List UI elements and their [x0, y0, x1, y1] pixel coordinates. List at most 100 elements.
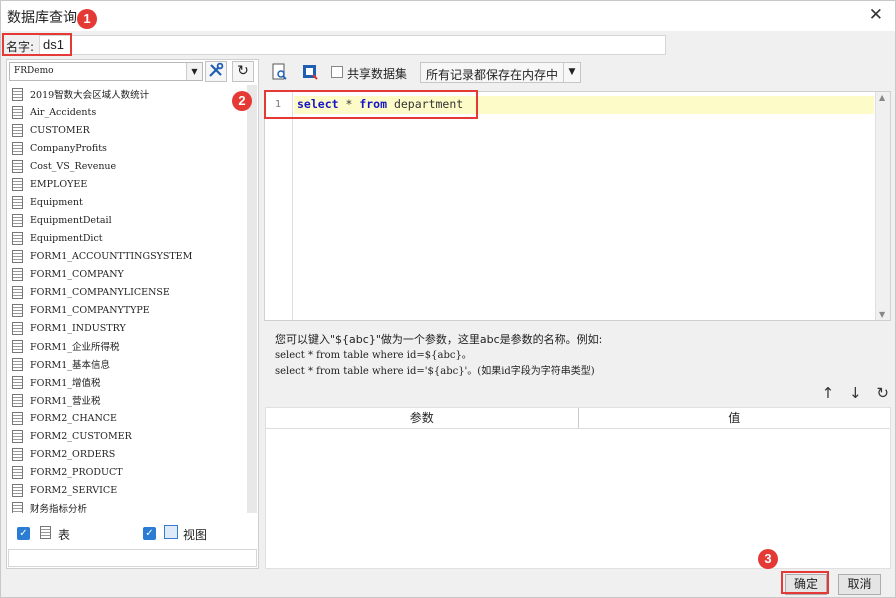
- table-icon: [12, 105, 23, 119]
- table-name: FORM1_增值税: [30, 378, 101, 389]
- table-list-item[interactable]: FORM1_基本信息: [8, 355, 248, 373]
- table-list-item[interactable]: FORM1_INDUSTRY: [8, 319, 248, 337]
- table-list-item[interactable]: FORM2_PRODUCT: [8, 463, 248, 481]
- preview-button[interactable]: [271, 63, 289, 81]
- table-icon: [40, 526, 51, 539]
- query-dialog: 数据库查询 ✕ 名字: ds1 FRDemo ▼ ↻ 2019智数大会区域人数统…: [0, 0, 896, 598]
- parameters-table[interactable]: 参数 值: [265, 407, 891, 569]
- table-list-item[interactable]: FORM1_企业所得税: [8, 337, 248, 355]
- view-icon: [164, 525, 178, 539]
- sql-editor-icon: [303, 65, 318, 80]
- table-list-item[interactable]: FORM1_COMPANY: [8, 265, 248, 283]
- table-name: FORM2_CUSTOMER: [30, 430, 132, 442]
- scroll-up-icon[interactable]: ▲: [879, 93, 885, 102]
- table-icon: [12, 177, 23, 191]
- sql-code[interactable]: select * from department: [297, 97, 463, 111]
- table-name: FORM1_COMPANYLICENSE: [30, 286, 170, 298]
- wrench-screwdriver-icon: [209, 62, 224, 77]
- table-list-item[interactable]: 财务指标分析: [8, 499, 248, 513]
- editor-scrollbar[interactable]: ▲ ▼: [875, 92, 890, 320]
- table-name: CompanyProfits: [30, 142, 107, 154]
- table-name: FORM2_PRODUCT: [30, 466, 123, 478]
- move-down-icon[interactable]: ↓: [849, 384, 862, 402]
- table-name: FORM2_SERVICE: [30, 484, 118, 496]
- table-list-item[interactable]: 2019智数大会区域人数统计: [8, 85, 248, 103]
- storage-mode-value: 所有记录都保存在内存中: [426, 68, 559, 82]
- table-icon: [12, 123, 23, 137]
- sql-keyword-select: select: [297, 97, 339, 111]
- storage-mode-select[interactable]: 所有记录都保存在内存中 ▼: [420, 62, 581, 83]
- table-list-item[interactable]: EquipmentDict: [8, 229, 248, 247]
- table-list-item[interactable]: FORM1_营业税: [8, 391, 248, 409]
- table-icon: [12, 195, 23, 209]
- ok-button[interactable]: 确定: [785, 574, 827, 595]
- table-list-item[interactable]: CUSTOMER: [8, 121, 248, 139]
- table-list-item[interactable]: Air_Accidents: [8, 103, 248, 121]
- table-list-item[interactable]: EquipmentDetail: [8, 211, 248, 229]
- table-name: 财务指标分析: [30, 504, 88, 513]
- move-up-icon[interactable]: ↑: [822, 384, 835, 402]
- table-icon: [12, 339, 23, 353]
- table-list-item[interactable]: CompanyProfits: [8, 139, 248, 157]
- table-list-scrollbar[interactable]: [247, 85, 257, 513]
- sql-star: *: [338, 97, 360, 111]
- query-panel: 共享数据集 所有记录都保存在内存中 ▼ 1 select * from depa…: [263, 59, 893, 569]
- show-views-label: 视图: [183, 528, 208, 542]
- show-tables-checkbox[interactable]: ✓: [17, 527, 30, 540]
- connection-select[interactable]: FRDemo ▼: [9, 62, 203, 81]
- table-name: FORM1_企业所得税: [30, 342, 120, 353]
- parameters-header: 参数 值: [266, 408, 890, 429]
- chevron-down-icon[interactable]: ▼: [563, 63, 580, 82]
- table-icon: [12, 393, 23, 407]
- table-list-item[interactable]: FORM2_SERVICE: [8, 481, 248, 499]
- table-name: 2019智数大会区域人数统计: [30, 90, 150, 101]
- query-toolbar: 共享数据集 所有记录都保存在内存中 ▼: [263, 59, 893, 86]
- hint-line-1: 您可以键入"${abc}"做为一个参数，这里abc是参数的名称。例如:: [275, 333, 603, 346]
- dialog-title: 数据库查询: [7, 10, 77, 26]
- sql-editor[interactable]: 1 select * from department ▲ ▼: [264, 91, 891, 321]
- table-name: FORM1_基本信息: [30, 360, 111, 371]
- table-icon: [12, 87, 23, 101]
- table-list-item[interactable]: Equipment: [8, 193, 248, 211]
- table-name: Air_Accidents: [30, 106, 97, 118]
- edit-sql-button[interactable]: [301, 63, 319, 81]
- table-icon: [12, 267, 23, 281]
- table-name: EquipmentDetail: [30, 214, 112, 226]
- scroll-down-icon[interactable]: ▼: [879, 310, 885, 319]
- refresh-tables-button[interactable]: ↻: [232, 61, 254, 82]
- table-list-item[interactable]: Cost_VS_Revenue: [8, 157, 248, 175]
- table-icon: [12, 429, 23, 443]
- table-icon: [12, 285, 23, 299]
- table-search-input[interactable]: [8, 549, 257, 567]
- name-input[interactable]: ds1: [39, 35, 666, 55]
- table-icon: [12, 447, 23, 461]
- hint-line-2: select * from table where id=${abc}。: [275, 350, 472, 361]
- connection-value: FRDemo: [14, 66, 54, 76]
- table-list-item[interactable]: FORM1_COMPANYLICENSE: [8, 283, 248, 301]
- table-icon: [12, 411, 23, 425]
- table-list-item[interactable]: FORM2_CUSTOMER: [8, 427, 248, 445]
- table-list-item[interactable]: FORM1_COMPANYTYPE: [8, 301, 248, 319]
- chevron-down-icon[interactable]: ▼: [186, 63, 202, 80]
- table-name: Cost_VS_Revenue: [30, 160, 117, 172]
- table-browser-panel: FRDemo ▼ ↻ 2019智数大会区域人数统计 Air_Accidents CU…: [6, 59, 259, 569]
- show-views-checkbox[interactable]: ✓: [143, 527, 156, 540]
- close-icon[interactable]: ✕: [869, 5, 883, 25]
- table-list-item[interactable]: FORM1_ACCOUNTTINGSYSTEM: [8, 247, 248, 265]
- table-list[interactable]: 2019智数大会区域人数统计 Air_Accidents CUSTOMER Compa…: [8, 85, 248, 513]
- cancel-button[interactable]: 取消: [838, 574, 881, 595]
- table-icon: [12, 213, 23, 227]
- connection-settings-button[interactable]: [205, 61, 227, 82]
- table-icon: [12, 159, 23, 173]
- annotation-badge-3: 3: [758, 549, 778, 569]
- table-name: FORM2_CHANCE: [30, 412, 117, 424]
- table-list-item[interactable]: FORM2_CHANCE: [8, 409, 248, 427]
- title-bar: 数据库查询 ✕: [1, 1, 895, 31]
- share-dataset-checkbox[interactable]: [331, 66, 343, 78]
- refresh-params-icon[interactable]: ↻: [876, 384, 889, 402]
- table-icon: [12, 321, 23, 335]
- table-list-item[interactable]: EMPLOYEE: [8, 175, 248, 193]
- table-list-item[interactable]: FORM1_增值税: [8, 373, 248, 391]
- table-list-item[interactable]: FORM2_ORDERS: [8, 445, 248, 463]
- table-icon: [12, 501, 23, 513]
